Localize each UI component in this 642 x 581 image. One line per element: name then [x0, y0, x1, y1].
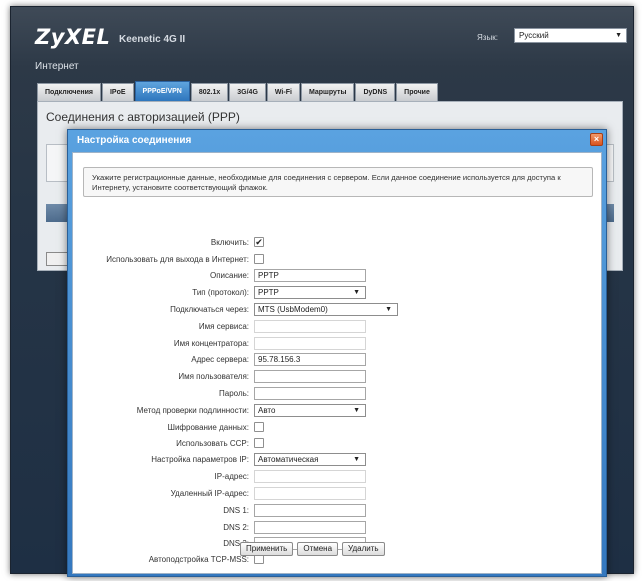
auth-method-select[interactable]: Авто ▼ [254, 404, 366, 417]
background-panel-title: Соединения с авторизацией (PPP) [46, 110, 240, 124]
ip-settings-select[interactable]: Автоматическая ▼ [254, 453, 366, 466]
form-row-dns2: DNS 2: [73, 521, 603, 535]
service-name-label: Имя сервиса: [198, 322, 249, 331]
dns1-label: DNS 1: [223, 506, 249, 515]
encryption-label: Шифрование данных: [167, 423, 249, 432]
form-row-username: Имя пользователя: [73, 370, 603, 384]
dropdown-arrow-icon: ▼ [615, 32, 622, 39]
chevron-down-icon: ▼ [353, 456, 360, 463]
username-input[interactable] [254, 370, 366, 383]
zyxel-logo: ZyXEL [35, 25, 111, 49]
dialog-button-group: Применить Отмена Удалить [240, 542, 385, 556]
cancel-button[interactable]: Отмена [297, 542, 339, 556]
encryption-checkbox[interactable] [254, 422, 264, 432]
form-row-ip-settings: Настройка параметров IP: Автоматическая … [73, 453, 603, 467]
description-input[interactable]: PPTP [254, 269, 366, 282]
chevron-down-icon: ▼ [353, 289, 360, 296]
enable-label: Включить: [210, 238, 249, 247]
tab-8021x[interactable]: 802.1x [190, 83, 229, 101]
chevron-down-icon: ▼ [385, 306, 392, 313]
form-row-encryption: Шифрование данных: [73, 421, 603, 435]
dialog-titlebar[interactable]: Настройка соединения × [68, 130, 606, 150]
ip-settings-value: Автоматическая [258, 455, 319, 464]
router-admin-page: ZyXEL Keenetic 4G II Язык: Русский ▼ Инт… [10, 6, 634, 577]
tab-connections[interactable]: Подключения [37, 83, 101, 101]
chevron-down-icon: ▼ [353, 407, 360, 414]
form-row-service-name: Имя сервиса: [73, 320, 603, 334]
use-ccp-label: Использовать CCP: [176, 439, 249, 448]
server-address-input[interactable]: 95.78.156.3 [254, 353, 366, 366]
form-row-description: Описание: PPTP [73, 269, 603, 283]
auth-method-label: Метод проверки подлинности: [136, 406, 249, 415]
dialog-body: Укажите регистрационные данные, необходи… [72, 152, 602, 574]
connect-via-value: MTS (UsbModem0) [258, 305, 328, 314]
remote-ip-label: Удаленный IP-адрес: [170, 489, 249, 498]
protocol-value: PPTP [258, 288, 279, 297]
ip-address-input[interactable] [254, 470, 366, 483]
tab-ipoe[interactable]: IPoE [101, 83, 134, 101]
close-icon[interactable]: × [590, 133, 603, 146]
language-value: Русский [519, 31, 549, 40]
username-label: Имя пользователя: [178, 372, 249, 381]
use-internet-checkbox[interactable] [254, 254, 264, 264]
tab-bar: Подключения IPoE PPPoE/VPN 802.1x 3G/4G … [37, 81, 439, 101]
tab-pppoe-vpn[interactable]: PPPoE/VPN [134, 81, 190, 101]
apply-button[interactable]: Применить [240, 542, 294, 556]
remote-ip-input[interactable] [254, 487, 366, 500]
form-row-ip-address: IP-адрес: [73, 470, 603, 484]
form-row-dns1: DNS 1: [73, 504, 603, 518]
protocol-label: Тип (протокол): [192, 288, 249, 297]
delete-button[interactable]: Удалить [342, 542, 385, 556]
use-ccp-checkbox[interactable] [254, 438, 264, 448]
form-row-password: Пароль: [73, 387, 603, 401]
password-input[interactable] [254, 387, 366, 400]
tab-routes[interactable]: Маршруты [300, 83, 355, 101]
connect-via-select[interactable]: MTS (UsbModem0) ▼ [254, 303, 398, 316]
page-title: Интернет [35, 61, 79, 72]
enable-checkbox[interactable]: ✔ [254, 237, 264, 247]
ip-address-label: IP-адрес: [214, 472, 249, 481]
form-row-auth-method: Метод проверки подлинности: Авто ▼ [73, 404, 603, 418]
auth-method-value: Авто [258, 406, 276, 415]
language-label: Язык: [477, 33, 498, 42]
tcp-mss-label: Автоподстройка TCP-MSS: [148, 555, 249, 564]
form-row-use-internet: Использовать для выхода в Интернет: [73, 253, 603, 267]
form-row-protocol: Тип (протокол): PPTP ▼ [73, 286, 603, 300]
connection-settings-dialog: Настройка соединения × Укажите регистрац… [67, 129, 607, 577]
form-row-server-address: Адрес сервера: 95.78.156.3 [73, 353, 603, 367]
ip-settings-label: Настройка параметров IP: [151, 455, 249, 464]
form-row-connect-via: Подключаться через: MTS (UsbModem0) ▼ [73, 303, 603, 317]
dns2-label: DNS 2: [223, 523, 249, 532]
form-row-concentrator: Имя концентратора: [73, 337, 603, 351]
protocol-select[interactable]: PPTP ▼ [254, 286, 366, 299]
dialog-title: Настройка соединения [77, 135, 192, 146]
description-label: Описание: [209, 271, 249, 280]
concentrator-label: Имя концентратора: [173, 339, 249, 348]
language-select[interactable]: Русский ▼ [514, 28, 627, 43]
dns1-input[interactable] [254, 504, 366, 517]
notice-box: Укажите регистрационные данные, необходи… [83, 167, 593, 197]
form-row-enable: Включить: ✔ [73, 236, 603, 250]
tab-wifi[interactable]: Wi-Fi [266, 83, 300, 101]
use-internet-label: Использовать для выхода в Интернет: [106, 255, 249, 264]
form-row-use-ccp: Использовать CCP: [73, 437, 603, 451]
form-row-remote-ip: Удаленный IP-адрес: [73, 487, 603, 501]
concentrator-input[interactable] [254, 337, 366, 350]
connect-via-label: Подключаться через: [170, 305, 249, 314]
password-label: Пароль: [219, 389, 249, 398]
tab-dydns[interactable]: DyDNS [355, 83, 396, 101]
dns2-input[interactable] [254, 521, 366, 534]
tab-other[interactable]: Прочие [396, 83, 438, 101]
tab-3g4g[interactable]: 3G/4G [229, 83, 266, 101]
model-name: Keenetic 4G II [119, 34, 186, 45]
service-name-input[interactable] [254, 320, 366, 333]
server-address-label: Адрес сервера: [191, 355, 249, 364]
